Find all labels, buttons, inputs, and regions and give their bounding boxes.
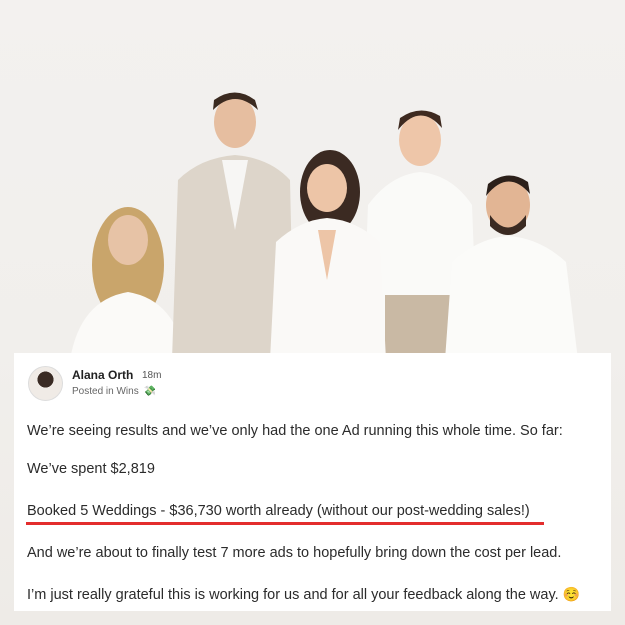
post-text-line: We’re seeing results and we’ve only had … [27, 423, 563, 439]
posted-in-label: Posted in Wins [72, 386, 139, 397]
post-time: 18m [142, 370, 162, 381]
author-name[interactable]: Alana Orth [72, 368, 133, 382]
post-card: Alana Orth 18m Posted in Wins 💸 We’re se… [14, 353, 611, 611]
post-text-last: I’m just really grateful this is working… [27, 587, 559, 603]
post-category[interactable]: Posted in Wins 💸 [72, 386, 156, 397]
highlight-underline [26, 522, 544, 525]
person-1 [70, 207, 186, 360]
post-text-line: I’m just really grateful this is working… [27, 586, 580, 603]
avatar[interactable] [28, 366, 63, 401]
money-with-wings-icon: 💸 [143, 386, 156, 397]
team-photo-illustration [70, 92, 578, 360]
smiling-face-icon: ☺️ [562, 586, 581, 602]
post-text-line: And we’re about to finally test 7 more a… [27, 545, 562, 561]
post-text-line: Booked 5 Weddings - $36,730 worth alread… [27, 503, 530, 519]
post-text-line: We’ve spent $2,819 [27, 461, 155, 477]
